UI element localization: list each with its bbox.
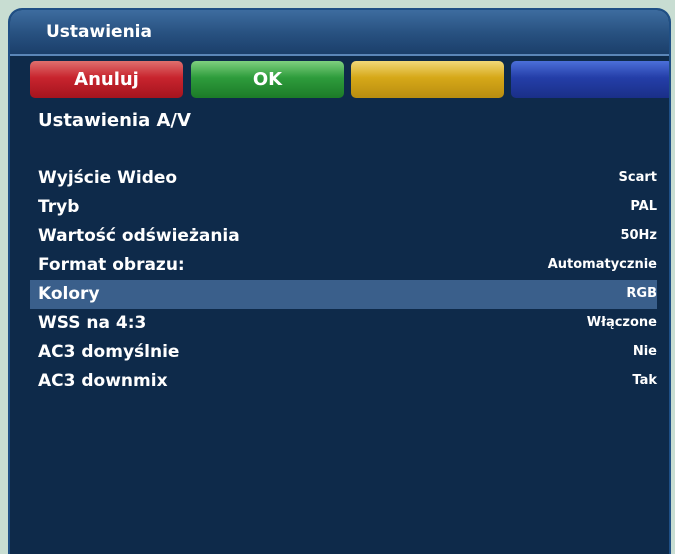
window-title: Ustawienia <box>46 22 152 42</box>
yellow-button[interactable] <box>351 61 504 98</box>
setting-row-ac3-downmix[interactable]: AC3 downmix Tak <box>30 367 657 396</box>
setting-row-wss[interactable]: WSS na 4:3 Włączone <box>30 309 657 338</box>
setting-row-video-output[interactable]: Wyjście Wideo Scart <box>30 164 657 193</box>
setting-value: 50Hz <box>620 228 657 243</box>
setting-row-ac3-default[interactable]: AC3 domyślnie Nie <box>30 338 657 367</box>
blue-button[interactable] <box>511 61 669 98</box>
setting-row-mode[interactable]: Tryb PAL <box>30 193 657 222</box>
setting-value: PAL <box>630 199 657 214</box>
setting-label: AC3 domyślnie <box>38 342 180 362</box>
ok-button[interactable]: OK <box>191 61 344 98</box>
setting-label: Wyjście Wideo <box>38 168 178 188</box>
setting-value: Włączone <box>586 315 657 330</box>
setting-label: WSS na 4:3 <box>38 313 147 333</box>
cancel-button[interactable]: Anuluj <box>30 61 183 98</box>
setting-label: AC3 downmix <box>38 371 168 391</box>
screen-frame: Ustawienia Anuluj OK Ustawienia A/V Wyjś… <box>0 0 675 554</box>
title-bar: Ustawienia <box>10 10 669 56</box>
setting-value: Automatycznie <box>547 257 657 272</box>
setting-label: Tryb <box>38 197 80 217</box>
setting-label: Wartość odświeżania <box>38 226 240 246</box>
setting-row-refresh-rate[interactable]: Wartość odświeżania 50Hz <box>30 222 657 251</box>
setting-row-colors[interactable]: Kolory RGB <box>30 280 657 309</box>
setting-value: Scart <box>618 170 657 185</box>
setting-value: RGB <box>626 286 657 301</box>
section-title: Ustawienia A/V <box>38 110 191 131</box>
setting-value: Tak <box>632 373 657 388</box>
setting-label: Kolory <box>38 284 100 304</box>
setting-label: Format obrazu: <box>38 255 185 275</box>
settings-panel: Ustawienia Anuluj OK Ustawienia A/V Wyjś… <box>8 8 671 554</box>
setting-row-aspect-ratio[interactable]: Format obrazu: Automatycznie <box>30 251 657 280</box>
setting-value: Nie <box>632 344 657 359</box>
